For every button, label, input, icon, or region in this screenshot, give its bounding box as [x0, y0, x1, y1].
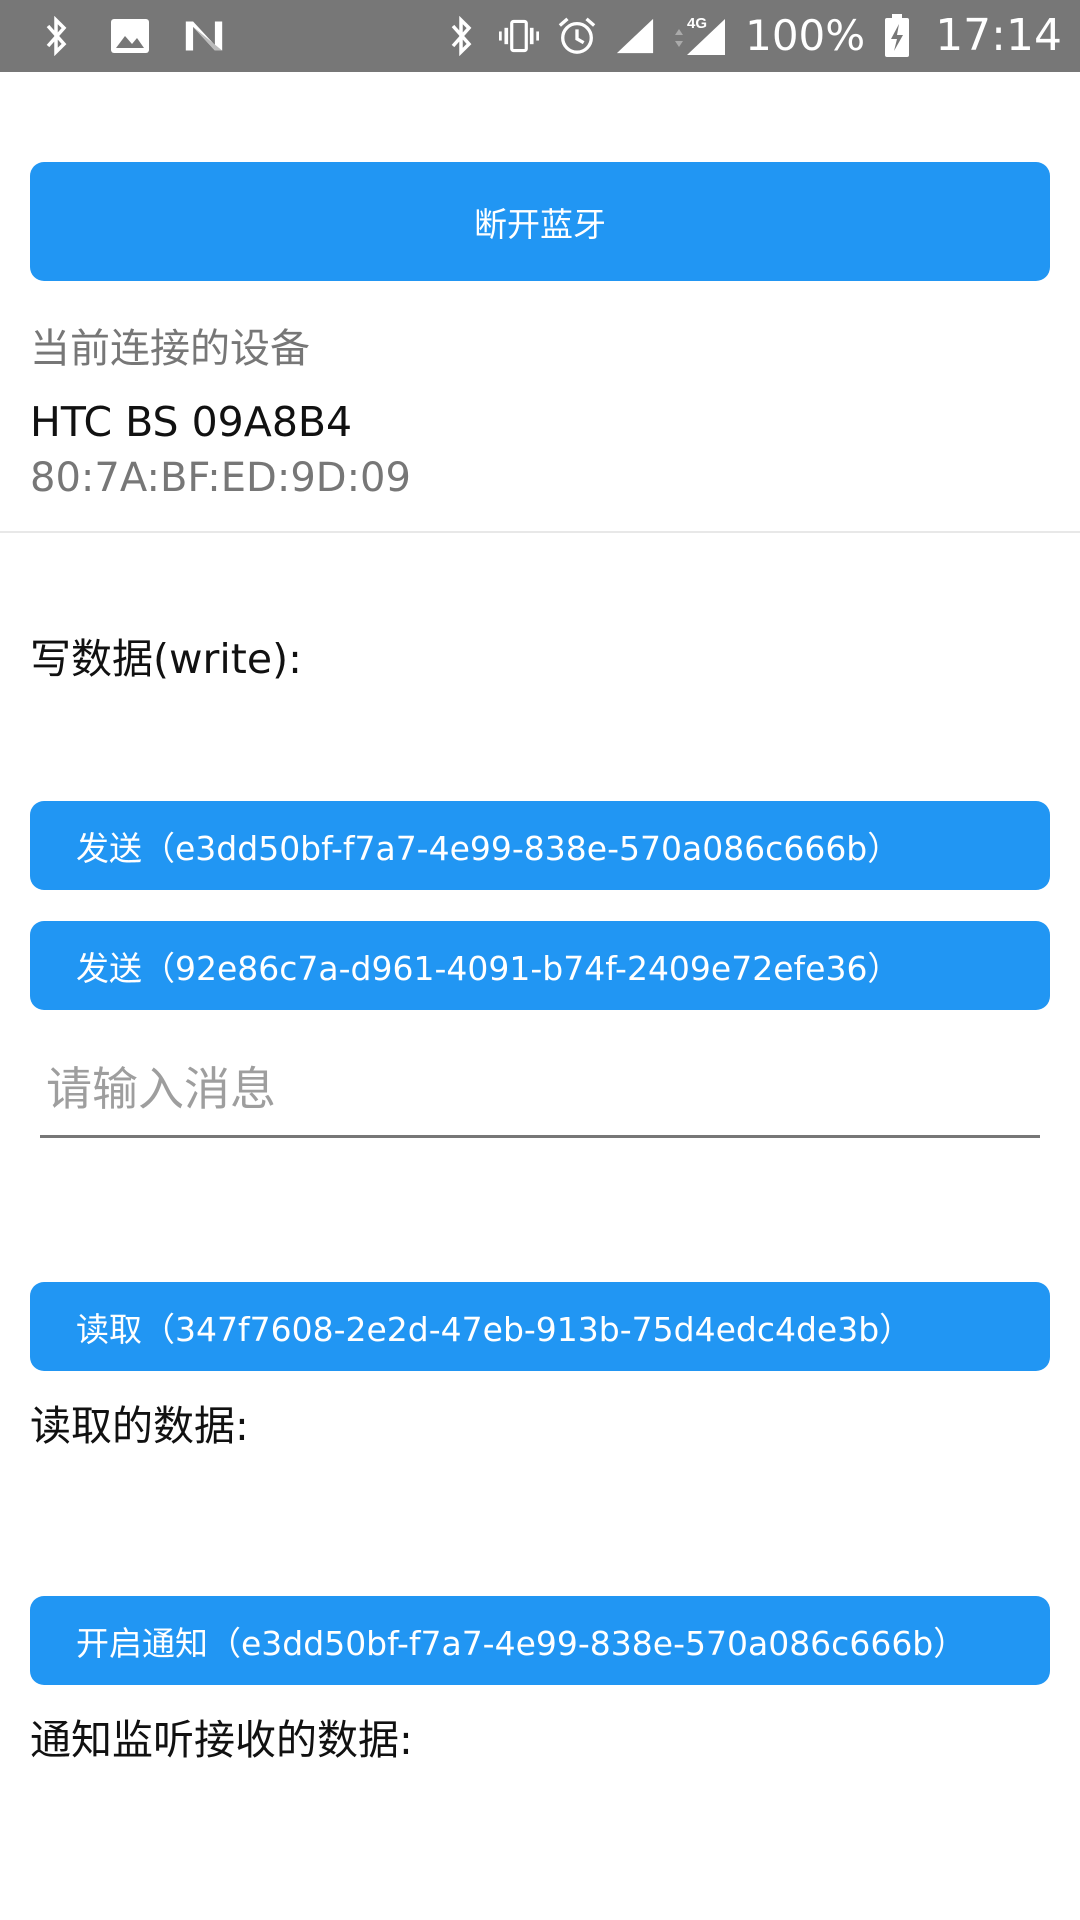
- current-device-label: 当前连接的设备: [30, 326, 310, 372]
- vibrate-icon: [499, 16, 540, 56]
- bluetooth-icon: [441, 16, 481, 56]
- signal-icon: [615, 16, 655, 56]
- enable-notify-button[interactable]: 开启通知（e3dd50bf-f7a7-4e99-838e-570a086c666…: [30, 1596, 1050, 1685]
- bluetooth-icon: [36, 16, 76, 56]
- device-mac-address: 80:7A:BF:ED:9D:09: [30, 455, 411, 501]
- image-icon: [110, 16, 150, 56]
- message-input-container: [40, 1046, 1040, 1138]
- battery-charging-icon: [883, 14, 911, 57]
- disconnect-bluetooth-button[interactable]: 断开蓝牙: [30, 162, 1050, 281]
- status-bar: 4G 100% 17:14: [0, 0, 1080, 72]
- send-button-2[interactable]: 发送（92e86c7a-d961-4091-b74f-2409e72efe36）: [30, 921, 1050, 1010]
- clock: 17:14: [935, 10, 1062, 61]
- svg-text:4G: 4G: [687, 15, 707, 32]
- notify-data-label: 通知监听接收的数据:: [30, 1716, 413, 1764]
- read-data-label: 读取的数据:: [30, 1402, 249, 1450]
- message-input[interactable]: [40, 1046, 1040, 1132]
- write-data-label: 写数据(write):: [30, 635, 302, 683]
- n-icon: [184, 16, 224, 56]
- device-name: HTC BS 09A8B4: [30, 398, 353, 446]
- divider: [0, 531, 1080, 533]
- input-underline: [40, 1135, 1040, 1138]
- read-button[interactable]: 读取（347f7608-2e2d-47eb-913b-75d4edc4de3b）: [30, 1282, 1050, 1371]
- send-button-1[interactable]: 发送（e3dd50bf-f7a7-4e99-838e-570a086c666b）: [30, 801, 1050, 890]
- battery-percentage: 100%: [745, 11, 866, 60]
- signal-4g-icon: 4G: [673, 15, 727, 56]
- alarm-icon: [557, 16, 597, 56]
